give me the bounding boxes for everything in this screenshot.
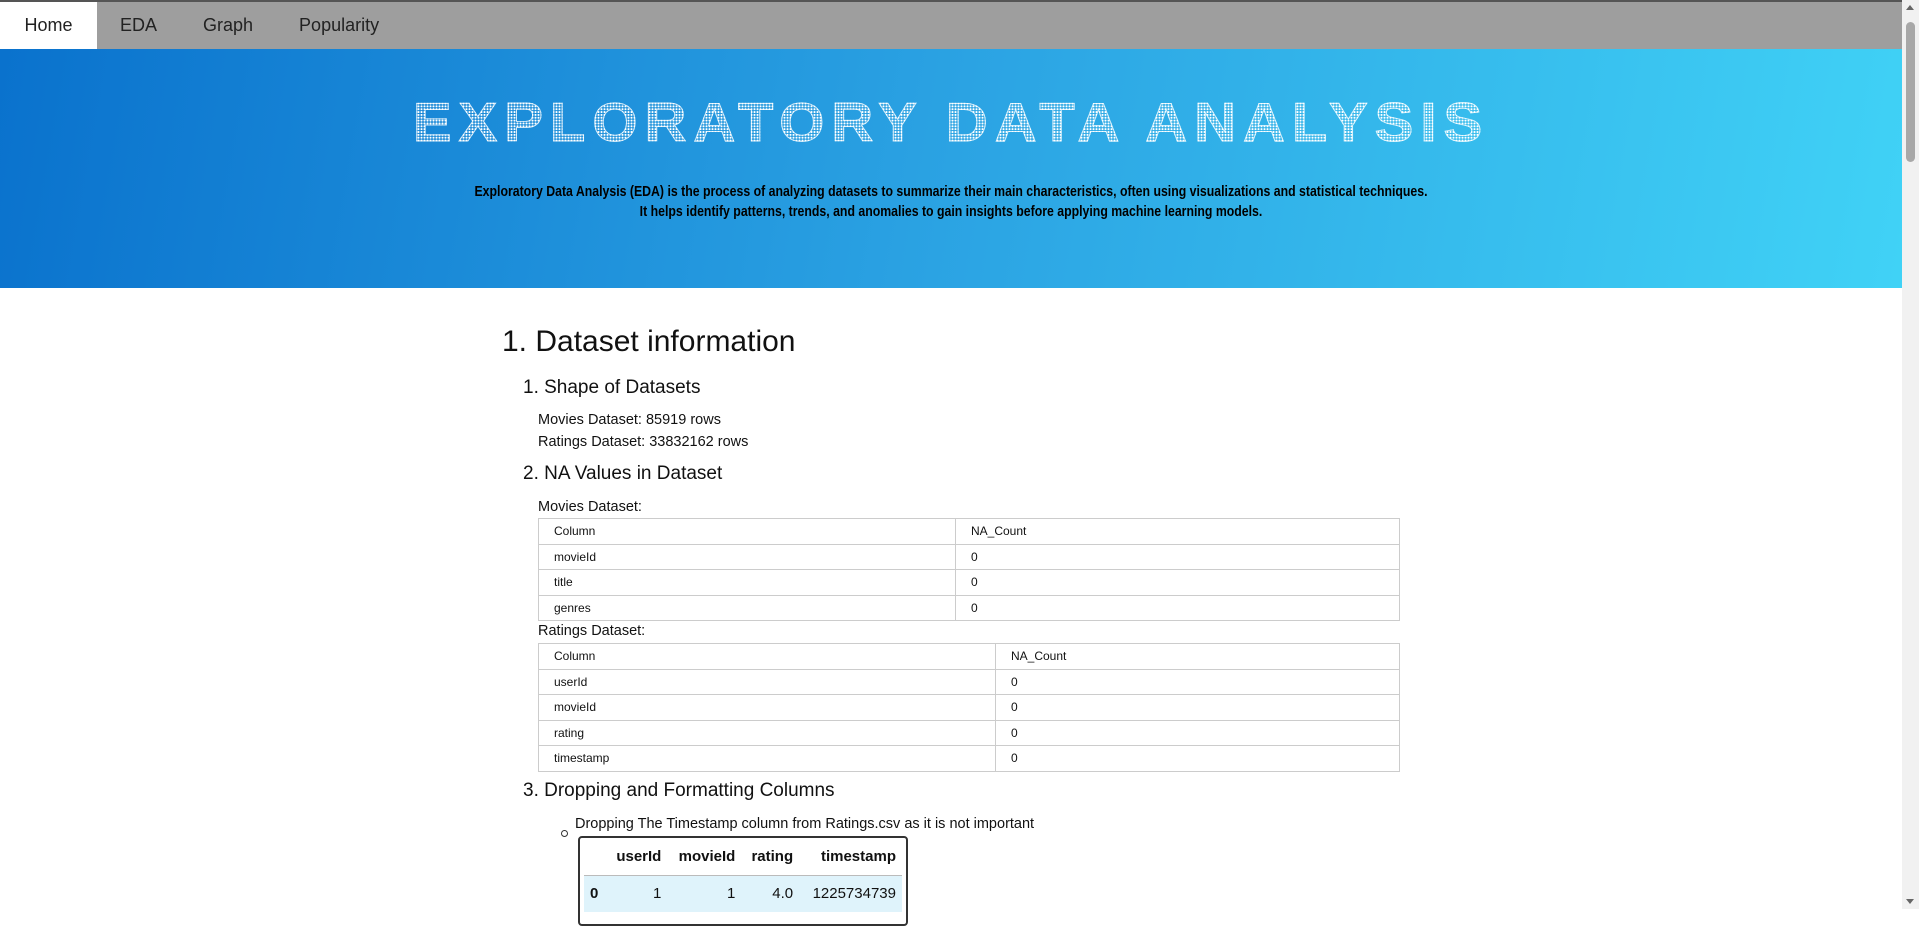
hero-description-line-1: Exploratory Data Analysis (EDA) is the p… (474, 183, 1428, 200)
table-cell: 0 (955, 594, 1400, 621)
table-cell: 0 (995, 719, 1400, 746)
scroll-up-arrow-icon[interactable] (1906, 5, 1914, 10)
section-title: 1. Dataset information (502, 325, 796, 358)
table-row: genres 0 (538, 594, 1400, 621)
hero-description-line-2: It helps identify patterns, trends, and … (639, 203, 1263, 220)
table-header-row: Column NA_Count (538, 518, 1400, 545)
bullet-icon (561, 830, 568, 837)
dataframe-header-row: userId movieId rating timestamp (584, 838, 902, 876)
tab-graph[interactable]: Graph (180, 2, 276, 49)
table-row: movieId 0 (538, 694, 1400, 721)
scroll-down-arrow-icon[interactable] (1906, 899, 1914, 904)
table-cell: timestamp (538, 745, 996, 772)
dataframe-column-header (584, 838, 606, 876)
dataframe-column-header: userId (605, 838, 668, 876)
dataframe-cell: 1 (605, 875, 668, 912)
table-cell: movieId (538, 694, 996, 721)
drop-bullet-text: Dropping The Timestamp column from Ratin… (575, 816, 1035, 832)
dataframe-column-header: timestamp (799, 838, 902, 876)
dataframe-cell: 1225734739 (799, 875, 902, 912)
dataframe-column-header: movieId (667, 838, 742, 876)
table-cell: rating (538, 719, 996, 746)
table-cell: title (538, 569, 956, 596)
table-cell: movieId (538, 543, 956, 570)
tab-home[interactable]: Home (0, 2, 97, 49)
table-row: userId 0 (538, 668, 1400, 695)
table-cell: 0 (995, 745, 1400, 772)
table-header-row: Column NA_Count (538, 643, 1400, 670)
ratings-na-label: Ratings Dataset: (538, 623, 646, 639)
column-header: Column (538, 643, 996, 670)
dataframe-preview: userId movieId rating timestamp 0 1 1 4.0 122573… (578, 836, 908, 926)
table-row: rating 0 (538, 719, 1400, 746)
table-cell: 0 (955, 569, 1400, 596)
tab-popularity[interactable]: Popularity (276, 2, 402, 49)
dataframe-row: 0 1 1 4.0 1225734739 (584, 875, 902, 912)
dataframe-cell: 1 (667, 875, 742, 912)
scrollbar[interactable] (1902, 0, 1919, 909)
column-header: NA_Count (955, 518, 1400, 545)
hero-title: EXPLORATORY DATA ANALYSIS (0, 91, 1902, 155)
ratings-na-table: Column NA_Count userId 0 movieId 0 rating 0 time… (538, 643, 1400, 772)
tab-eda[interactable]: EDA (97, 2, 180, 49)
column-header: NA_Count (995, 643, 1400, 670)
table-cell: 0 (955, 543, 1400, 570)
na-heading: 2. NA Values in Dataset (523, 463, 723, 484)
column-header: Column (538, 518, 956, 545)
top-nav: Home EDA Graph Popularity (0, 0, 1902, 49)
ratings-shape-text: Ratings Dataset: 33832162 rows (538, 434, 749, 450)
drop-heading: 3. Dropping and Formatting Columns (523, 780, 835, 801)
table-cell: 0 (995, 694, 1400, 721)
scrollbar-thumb[interactable] (1906, 22, 1915, 162)
table-row: timestamp 0 (538, 745, 1400, 772)
movies-na-label: Movies Dataset: (538, 499, 642, 515)
table-row: title 0 (538, 569, 1400, 596)
movies-shape-text: Movies Dataset: 85919 rows (538, 412, 721, 428)
dataframe-column-header: rating (741, 838, 800, 876)
table-cell: 0 (995, 668, 1400, 695)
table-cell: userId (538, 668, 996, 695)
table-cell: genres (538, 594, 956, 621)
shape-heading: 1. Shape of Datasets (523, 377, 701, 398)
hero-banner: EXPLORATORY DATA ANALYSIS Exploratory Da… (0, 49, 1902, 288)
movies-na-table: Column NA_Count movieId 0 title 0 genres 0 (538, 518, 1400, 621)
dataframe-cell: 4.0 (741, 875, 800, 912)
table-row: movieId 0 (538, 543, 1400, 570)
dataframe-index: 0 (584, 875, 606, 912)
